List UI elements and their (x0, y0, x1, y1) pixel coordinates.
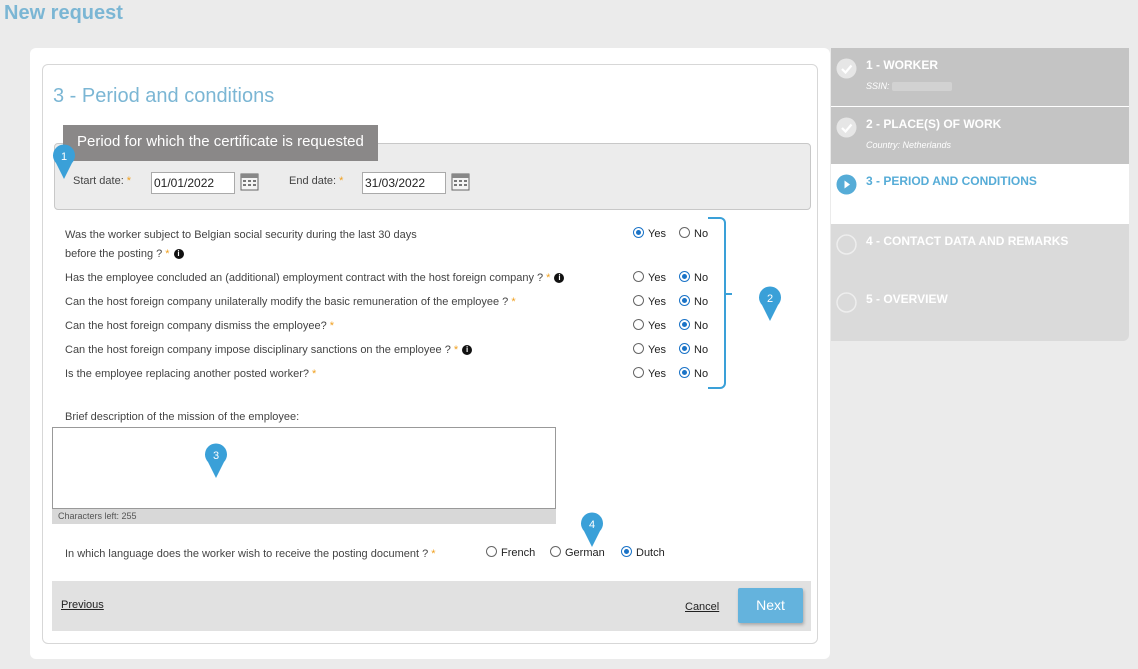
marker-3-label: 3 (213, 450, 219, 462)
question-3-yes[interactable]: Yes (633, 295, 666, 308)
question-3: Can the host foreign company unilaterall… (65, 296, 516, 308)
question-2: Has the employee concluded an (additiona… (65, 272, 565, 284)
step-places-of-work[interactable]: 2 - PLACE(S) OF WORK Country: Netherland… (831, 107, 1129, 164)
question-5-no[interactable]: No (679, 343, 708, 356)
step-5-title: 5 - OVERVIEW (866, 292, 948, 306)
step-3-title: 3 - PERIOD AND CONDITIONS (866, 174, 1037, 188)
form-footer: Previous Cancel Next (52, 581, 811, 631)
step-1-sub: SSIN: (866, 81, 952, 92)
bracket-tip (724, 293, 732, 295)
form-panel: 3 - Period and conditions Period for whi… (42, 64, 818, 644)
next-button[interactable]: Next (738, 588, 803, 623)
marker-pin-icon: 2 (759, 286, 781, 321)
marker-pin-icon: 3 (205, 443, 227, 478)
step-1-title: 1 - WORKER (866, 58, 938, 72)
question-6: Is the employee replacing another posted… (65, 368, 317, 380)
question-4-yes[interactable]: Yes (633, 319, 666, 332)
question-6-no[interactable]: No (679, 367, 708, 380)
question-4-no[interactable]: No (679, 319, 708, 332)
marker-1-label: 1 (61, 151, 67, 163)
language-option-dutch[interactable]: Dutch (621, 546, 665, 559)
info-icon[interactable]: i (462, 345, 473, 356)
end-date-input[interactable]: 31/03/2022 (362, 172, 446, 194)
question-1-line1: Was the worker subject to Belgian social… (65, 229, 417, 241)
question-1-line2: before the posting ? * i (65, 248, 184, 260)
question-2-yes[interactable]: Yes (633, 271, 666, 284)
step-worker[interactable]: 1 - WORKER SSIN: (831, 48, 1129, 106)
end-date-label: End date: * (289, 175, 344, 187)
step-overview[interactable]: 5 - OVERVIEW (831, 282, 1129, 340)
check-icon (836, 117, 857, 138)
characters-left: Characters left: 255 (52, 509, 556, 524)
start-date-label: Start date: * (73, 175, 132, 187)
info-icon[interactable]: i (554, 273, 565, 284)
step-2-sub: Country: Netherlands (866, 140, 952, 150)
language-question: In which language does the worker wish t… (65, 548, 436, 560)
step-2-title: 2 - PLACE(S) OF WORK (866, 117, 1002, 131)
check-icon (836, 58, 857, 79)
empty-circle-icon (836, 234, 857, 255)
empty-circle-icon (836, 292, 857, 313)
question-1-no[interactable]: No (679, 227, 708, 240)
start-date-input[interactable]: 01/01/2022 (151, 172, 235, 194)
step-contact-data[interactable]: 4 - CONTACT DATA AND REMARKS (831, 224, 1129, 282)
description-label: Brief description of the mission of the … (65, 411, 300, 423)
question-3-no[interactable]: No (679, 295, 708, 308)
marker-2-label: 2 (767, 293, 773, 305)
steps-sidebar: 1 - WORKER SSIN: 2 - PLACE(S) OF WORK Co… (831, 48, 1129, 341)
question-6-yes[interactable]: Yes (633, 367, 666, 380)
questions-bracket (708, 217, 726, 389)
previous-link[interactable]: Previous (61, 599, 104, 611)
marker-pin-icon: 4 (581, 512, 603, 547)
question-5-yes[interactable]: Yes (633, 343, 666, 356)
play-icon (836, 174, 857, 195)
language-option-french[interactable]: French (486, 546, 535, 559)
marker-pin-icon: 1 (53, 144, 75, 179)
description-textarea[interactable] (52, 427, 556, 509)
redacted-ssin (891, 82, 952, 92)
question-2-no[interactable]: No (679, 271, 708, 284)
question-1-yes[interactable]: Yes (633, 227, 666, 240)
question-5: Can the host foreign company impose disc… (65, 344, 473, 356)
marker-4-label: 4 (589, 519, 595, 531)
cancel-link[interactable]: Cancel (685, 601, 719, 613)
question-4: Can the host foreign company dismiss the… (65, 320, 334, 332)
period-header: Period for which the certificate is requ… (63, 125, 378, 161)
calendar-icon[interactable] (240, 172, 259, 191)
info-icon[interactable]: i (173, 249, 184, 260)
step-period-and-conditions[interactable]: 3 - PERIOD AND CONDITIONS (831, 164, 1129, 224)
section-title: 3 - Period and conditions (53, 85, 275, 107)
form-card: 3 - Period and conditions Period for whi… (30, 48, 830, 659)
page-title: New request (4, 2, 123, 24)
calendar-icon[interactable] (451, 172, 470, 191)
step-4-title: 4 - CONTACT DATA AND REMARKS (866, 234, 1069, 248)
